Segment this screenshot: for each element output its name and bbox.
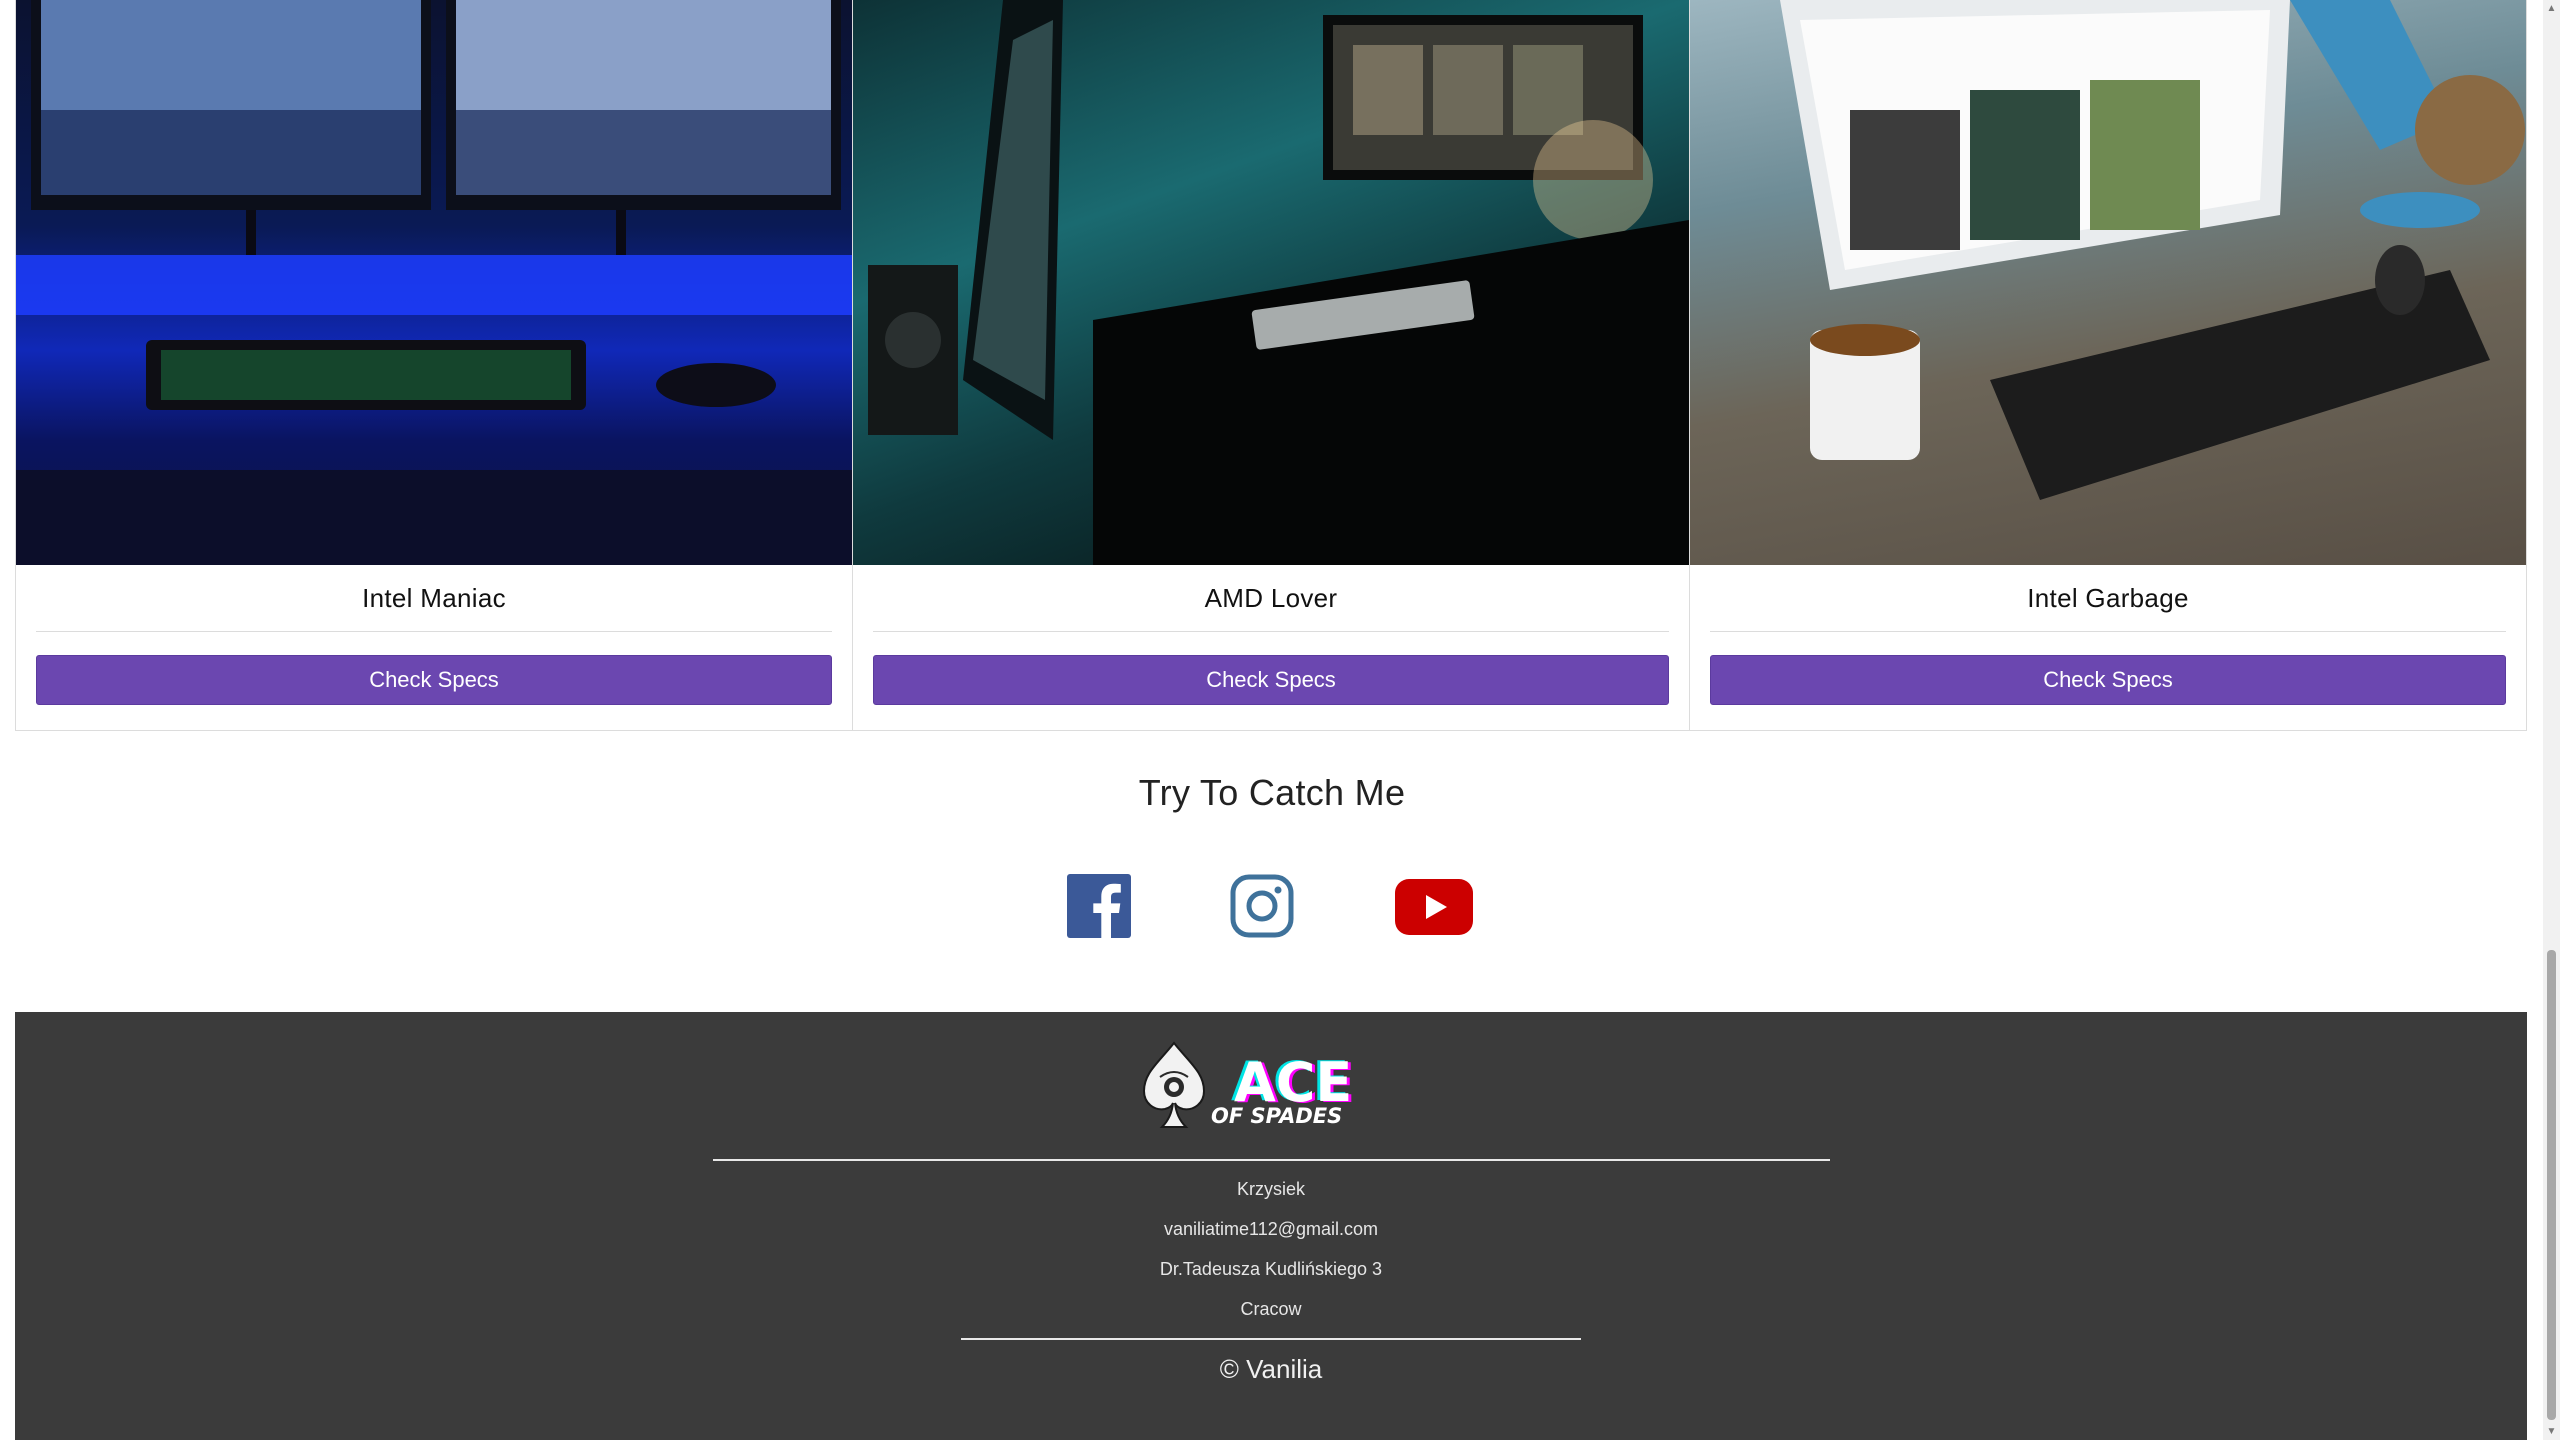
card-title: Intel Garbage (2027, 582, 2189, 613)
footer-divider-short (961, 1338, 1581, 1340)
card-title: AMD Lover (1204, 582, 1338, 613)
footer-name: Krzysiek (1236, 1179, 1305, 1199)
ace-of-spades-logo: ACE ACE ACE OF SPADES (1138, 1037, 1378, 1137)
card-image (853, 0, 1689, 565)
card-title: Intel Maniac (362, 582, 506, 613)
pc-card-intel-maniac: Intel Maniac Check Specs (16, 0, 853, 730)
footer-divider (713, 1159, 1830, 1161)
facebook-icon[interactable] (1067, 874, 1131, 943)
social-links (0, 874, 2544, 944)
footer-email[interactable]: vaniliatime112@gmail.com (15, 1219, 2527, 1240)
instagram-icon[interactable] (1230, 874, 1294, 943)
social-section-title: Try To Catch Me (1138, 772, 1406, 813)
footer-city: Cracow (1240, 1299, 1302, 1319)
pc-card-intel-garbage: Intel Garbage Check Specs (1690, 0, 2526, 730)
card-divider (1710, 631, 2506, 632)
scroll-up-arrow-icon[interactable]: ▲ (2543, 0, 2560, 17)
copyright-text: © Vanilia (1219, 1354, 1323, 1384)
footer-address: Dr.Tadeusza Kudlińskiego 3 (1159, 1259, 1383, 1279)
card-image (16, 0, 852, 565)
card-image (1690, 0, 2526, 565)
check-specs-button[interactable]: Check Specs (36, 655, 832, 705)
footer: ACE ACE ACE OF SPADES Krzysiek vaniliati… (15, 1012, 2527, 1440)
check-specs-button[interactable]: Check Specs (1710, 655, 2506, 705)
card-divider (36, 631, 832, 632)
scroll-down-arrow-icon[interactable]: ▼ (2543, 1423, 2560, 1440)
pc-card-row: Intel Maniac Check Specs AMD Lover Check… (15, 0, 2527, 731)
pc-card-amd-lover: AMD Lover Check Specs (853, 0, 1690, 730)
page-scrollbar[interactable]: ▲ ▼ (2543, 0, 2560, 1440)
youtube-icon[interactable] (1395, 879, 1473, 940)
check-specs-button[interactable]: Check Specs (873, 655, 1669, 705)
scrollbar-thumb[interactable] (2547, 950, 2556, 1420)
logo-text-sub: OF SPADES (1211, 1104, 1342, 1128)
card-divider (873, 631, 1669, 632)
